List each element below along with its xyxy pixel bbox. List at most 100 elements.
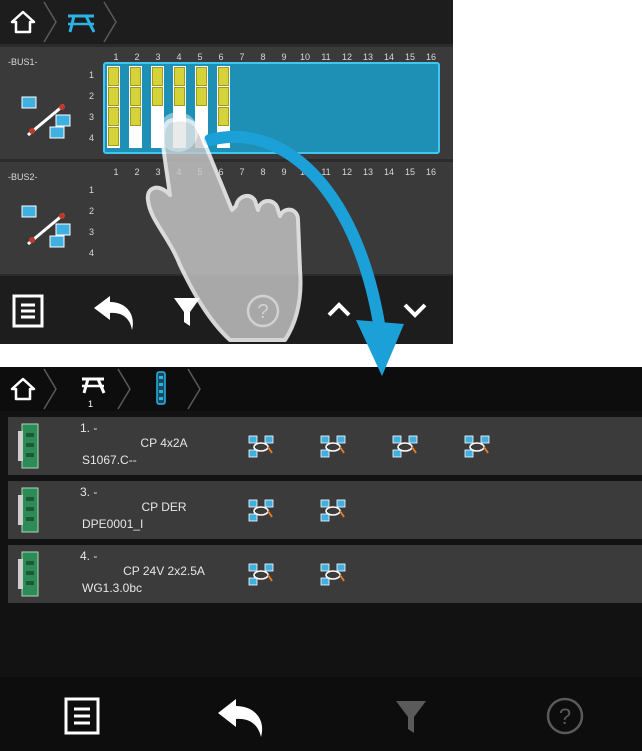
module-cell [108,127,119,146]
help-icon[interactable]: ? [546,697,584,735]
bus-column-number: 2 [134,167,140,177]
module-cell [174,87,185,106]
bus1-row-header: 1 2 3 4 [84,70,96,150]
svg-text:?: ? [559,704,571,729]
module-cell [130,87,141,106]
bus-column-number: 9 [281,167,287,177]
bus-column-number: 15 [404,167,415,177]
bus-column-number: 12 [341,52,352,62]
bus-row-number: 3 [88,227,94,237]
bus-column-number: 10 [299,167,310,177]
bus-link-icon[interactable] [392,435,418,464]
top-toolbar: ? [0,276,453,344]
breadcrumb-separator-icon [103,1,117,43]
bus-row-number: 2 [88,91,94,101]
bus-row-number: 1 [88,70,94,80]
bus1-module-slots[interactable] [107,66,237,152]
device-module-icon [18,487,39,533]
bus-row-number: 3 [88,112,94,122]
breadcrumb-separator-icon [43,1,57,43]
breadcrumb-separator-icon [187,368,201,410]
home-icon[interactable] [10,10,36,34]
back-icon[interactable] [216,695,268,739]
bus-column-number: 2 [134,52,140,62]
device-index: 4. - [80,549,98,563]
device-module-icon [18,551,39,597]
bus-connection-icon [21,96,71,139]
bus-column-number: 16 [425,52,436,62]
device-module-icon [18,423,39,469]
bus-column-number: 11 [321,52,331,62]
bus-column-number: 16 [425,167,436,177]
bus-column-number: 8 [260,167,266,177]
bus-column-number: 15 [404,52,415,62]
bus-column-number: 14 [383,52,394,62]
module-cell [108,87,119,106]
home-icon[interactable] [10,377,36,401]
bus-link-icon[interactable] [320,499,346,528]
bus-link-icon[interactable] [320,435,346,464]
device-row[interactable]: 4. - CP 24V 2x2.5A WG1.3.0bc [8,545,642,603]
bus2-column-header: 1 2 3 4 5 6 7 8 9 10 11 12 13 14 15 16 [106,167,446,179]
module-cell [218,67,229,86]
bus-link-icon[interactable] [464,435,490,464]
bus-column-number: 1 [113,167,119,177]
filter-icon[interactable] [394,699,428,735]
module-cell [218,87,229,106]
bus-column-number: 7 [239,52,245,62]
bus-column-number: 10 [299,52,310,62]
bus2-label: -BUS2- [8,172,38,182]
bus-row-number: 4 [88,133,94,143]
bus-column-number: 4 [176,52,182,62]
bus-column-number: 14 [383,167,394,177]
filter-icon[interactable] [172,296,202,328]
bus-column-number: 11 [321,167,331,177]
bus-column-number: 7 [239,167,245,177]
svg-text:?: ? [257,301,268,323]
down-icon[interactable] [402,302,428,318]
menu-icon[interactable] [12,294,44,328]
module-cell [174,67,185,86]
bus-link-icon[interactable] [248,499,274,528]
bus-column-number: 5 [197,167,203,177]
bus1-label: -BUS1- [8,57,38,67]
device-row[interactable]: 3. - CP DER DPE0001_I [8,481,642,539]
bottom-toolbar: ? [0,677,642,751]
bus-column-number: 4 [176,167,182,177]
bottom-breadcrumb-bar: 1 [0,367,642,411]
bus2-row-header: 1 2 3 4 [84,185,96,265]
device-id: S1067.C-- [82,453,137,467]
menu-icon[interactable] [64,697,100,735]
device-id: DPE0001_I [82,517,144,531]
module-cell [108,67,119,86]
bus-column-number: 12 [341,167,352,177]
bottom-screen: 1 1. - CP 4x2A S1067.C-- 3. - CP DER DPE0001_… [0,367,642,751]
module-cell [196,87,207,106]
device-row[interactable]: 1. - CP 4x2A S1067.C-- [8,417,642,475]
back-icon[interactable] [92,292,138,332]
bus-link-icon[interactable] [248,563,274,592]
top-breadcrumb-bar [0,0,453,44]
bus-column-number: 6 [218,167,224,177]
bus-topology-icon[interactable] [64,10,98,36]
bus-row-number: 2 [88,206,94,216]
device-id: WG1.3.0bc [82,581,143,595]
bus-link-icon[interactable] [320,563,346,592]
up-icon[interactable] [326,302,352,318]
module-slot-icon[interactable] [156,371,166,405]
bus-column-number: 9 [281,52,287,62]
bus-topology-icon[interactable] [78,373,108,397]
module-cell [196,67,207,86]
module-cell [130,107,141,126]
bus-connection-icon [21,205,71,248]
top-screen: -BUS1- 1 2 3 4 5 6 7 8 9 10 11 12 13 14 15 16 1234 [0,0,453,344]
bus-column-number: 13 [362,52,373,62]
module-cell [130,67,141,86]
bus-column-number: 5 [197,52,203,62]
bus-column-number: 3 [155,167,161,177]
breadcrumb-separator-icon [117,368,131,410]
breadcrumb-separator-icon [43,368,57,410]
breadcrumb-bus-index: 1 [88,399,94,409]
bus-link-icon[interactable] [248,435,274,464]
help-icon[interactable]: ? [246,294,280,328]
